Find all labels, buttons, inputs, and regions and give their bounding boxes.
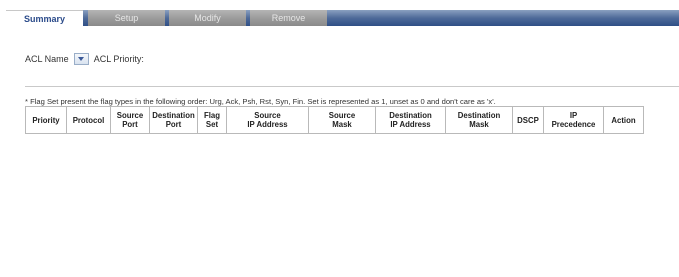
column-header-source-ip-address[interactable]: Source IP Address (226, 106, 309, 134)
column-header-destination-ip-address[interactable]: Destination IP Address (375, 106, 446, 134)
acl-name-dropdown[interactable] (73, 53, 89, 65)
tab-setup[interactable]: Setup (88, 10, 165, 26)
column-header-source-port[interactable]: Source Port (110, 106, 150, 134)
column-header-flag-set[interactable]: Flag Set (197, 106, 227, 134)
acl-selection-row: ACL Name ACL Priority: (25, 52, 144, 66)
column-header-destination-mask[interactable]: Destination Mask (445, 106, 513, 134)
divider (25, 86, 679, 87)
column-header-source-mask[interactable]: Source Mask (308, 106, 376, 134)
column-header-destination-port[interactable]: Destination Port (149, 106, 198, 134)
column-header-action[interactable]: Action (603, 106, 644, 134)
acl-summary-page: Summary Setup Modify Remove ACL Name ACL… (0, 0, 679, 277)
column-header-priority[interactable]: Priority (25, 106, 67, 134)
acl-priority-label: ACL Priority: (93, 54, 144, 64)
tab-modify[interactable]: Modify (169, 10, 246, 26)
tab-remove[interactable]: Remove (250, 10, 327, 26)
chevron-down-icon (77, 57, 84, 61)
column-header-protocol[interactable]: Protocol (66, 106, 111, 134)
acl-name-label: ACL Name (25, 54, 69, 64)
flag-set-note: * Flag Set present the flag types in the… (25, 97, 496, 106)
table-header-row: Priority Protocol Source Port Destinatio… (25, 106, 644, 134)
column-header-ip-precedence[interactable]: IP Precedence (543, 106, 604, 134)
acl-rules-table: Priority Protocol Source Port Destinatio… (25, 106, 644, 134)
column-header-dscp[interactable]: DSCP (512, 106, 544, 134)
tab-summary[interactable]: Summary (6, 10, 83, 26)
